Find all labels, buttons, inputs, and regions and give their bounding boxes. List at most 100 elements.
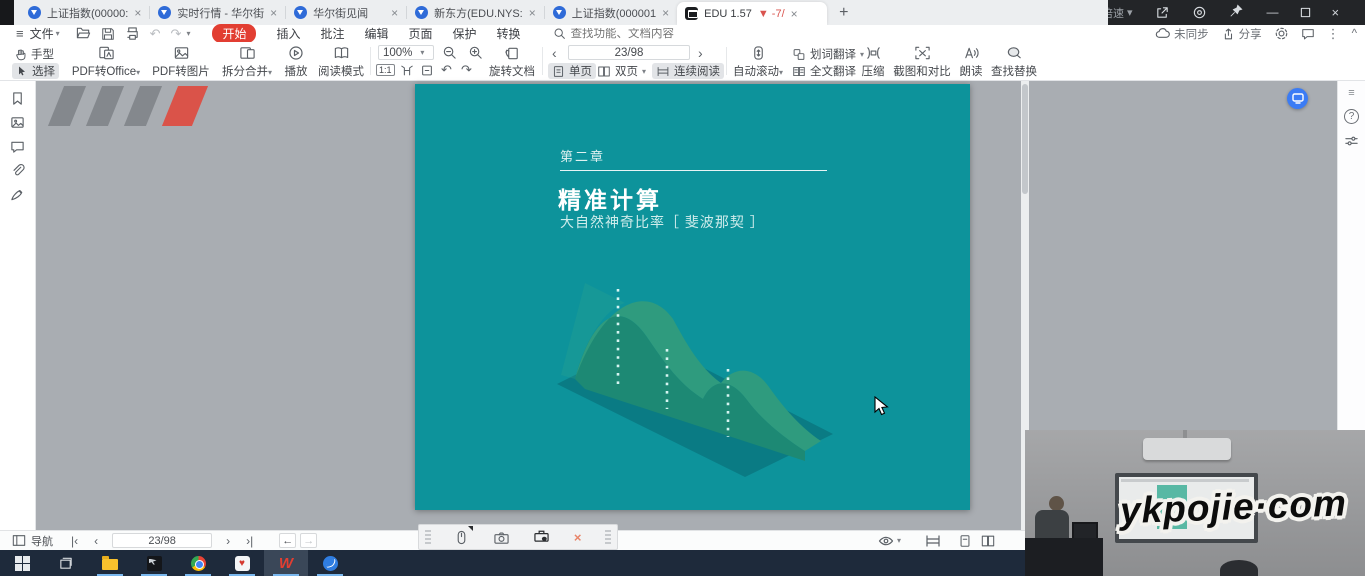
- continuous-view-button[interactable]: [925, 534, 941, 548]
- save-icon[interactable]: [101, 27, 115, 41]
- camera-capture-icon[interactable]: [493, 530, 510, 545]
- tab-home[interactable]: 开始: [212, 24, 256, 43]
- open-file-icon[interactable]: [76, 26, 91, 41]
- rotate-left-icon[interactable]: ↶: [441, 62, 452, 78]
- settings-gear-icon[interactable]: [1274, 26, 1289, 41]
- actual-size-button[interactable]: 1:1: [376, 64, 395, 76]
- taskbar-capture-app[interactable]: [132, 550, 176, 576]
- next-page-button[interactable]: ›: [698, 45, 703, 61]
- double-page-view-button[interactable]: [980, 534, 996, 548]
- comments-icon[interactable]: [10, 139, 25, 154]
- view-back-button[interactable]: ←: [279, 533, 296, 548]
- more-options-kebab-icon[interactable]: ⋮: [1327, 26, 1340, 42]
- taskbar-blue-app[interactable]: [308, 550, 352, 576]
- screenshot-compare-button[interactable]: 截图和对比: [894, 45, 950, 79]
- last-page-button[interactable]: ›|: [246, 534, 253, 548]
- single-page-view-button[interactable]: [958, 534, 972, 548]
- taskbar-wps-active[interactable]: W: [264, 550, 308, 576]
- browser-tab[interactable]: 华尔街见闻 ×: [286, 0, 406, 25]
- eye-protect-button[interactable]: ▾: [878, 534, 901, 548]
- transfer-assistant-badge[interactable]: [1287, 88, 1308, 109]
- tab-insert[interactable]: 插入: [276, 25, 300, 42]
- zoom-level-select[interactable]: 100% ▾: [378, 45, 434, 60]
- double-page-button[interactable]: 双页 ▾: [597, 63, 646, 79]
- full-translate-button[interactable]: 全文翻译: [792, 63, 856, 79]
- minimize-button[interactable]: —: [1267, 0, 1279, 25]
- browser-tab[interactable]: 上证指数(00000: ×: [20, 0, 149, 25]
- scrollbar-thumb[interactable]: [1022, 84, 1028, 194]
- task-view-button[interactable]: [44, 550, 88, 576]
- read-mode-button[interactable]: 阅读模式: [318, 45, 364, 79]
- navigation-toggle[interactable]: 导航: [12, 533, 53, 549]
- drag-grip[interactable]: [605, 530, 611, 544]
- mouse-tool-icon[interactable]: [454, 529, 469, 546]
- redo-icon[interactable]: ↷: [171, 26, 182, 42]
- new-tab-button[interactable]: +: [839, 4, 848, 22]
- search-input[interactable]: [571, 28, 701, 40]
- view-forward-button[interactable]: →: [300, 533, 317, 548]
- file-menu[interactable]: 文件: [30, 25, 54, 42]
- continuous-read-button[interactable]: 连续阅读: [652, 63, 724, 79]
- fit-page-button[interactable]: [420, 64, 434, 77]
- close-tab-icon[interactable]: ×: [791, 7, 798, 21]
- panel-menu-icon[interactable]: ≡: [1348, 87, 1354, 99]
- close-float-toolbar[interactable]: ×: [574, 530, 582, 545]
- previous-page-button[interactable]: ‹: [94, 534, 98, 548]
- print-icon[interactable]: [125, 26, 140, 41]
- search-box[interactable]: [553, 27, 701, 40]
- word-translate-button[interactable]: 划词翻译 ▾: [792, 46, 864, 62]
- fit-width-button[interactable]: [400, 64, 414, 77]
- close-tab-icon[interactable]: ×: [662, 6, 669, 20]
- rotate-document-button[interactable]: 旋转文档: [488, 45, 536, 79]
- tab-convert[interactable]: 转换: [497, 25, 521, 42]
- close-tab-icon[interactable]: ×: [529, 6, 536, 20]
- browser-tab[interactable]: 新东方(EDU.NYS: ×: [407, 0, 544, 25]
- select-tool[interactable]: 选择: [12, 63, 59, 79]
- rotate-right-icon[interactable]: ↷: [461, 62, 472, 78]
- pin-icon[interactable]: [1229, 4, 1243, 21]
- pdf-page[interactable]: 第二章 精准计算 大自然神奇比率［ 斐波那契 ］: [415, 84, 970, 510]
- browser-tab[interactable]: 上证指数(000001 ×: [545, 0, 677, 25]
- pdf-to-office-button[interactable]: PDF转Office▾: [70, 45, 142, 79]
- restore-button[interactable]: [1300, 7, 1311, 18]
- compress-button[interactable]: 压缩: [858, 45, 888, 79]
- pdf-to-image-button[interactable]: PDF转图片: [150, 45, 212, 79]
- browser-tab[interactable]: 实时行情 - 华尔街 ×: [150, 0, 285, 25]
- tab-edit[interactable]: 编辑: [365, 25, 389, 42]
- help-icon[interactable]: ?: [1344, 109, 1359, 124]
- share-button[interactable]: 分享: [1221, 26, 1262, 42]
- status-page-indicator[interactable]: 23/98: [112, 533, 212, 548]
- signature-icon[interactable]: [10, 187, 25, 202]
- drag-grip[interactable]: [425, 530, 431, 544]
- bookmarks-icon[interactable]: [10, 91, 25, 106]
- collapse-ribbon-icon[interactable]: ^: [1352, 28, 1357, 40]
- playback-speed-label[interactable]: 倍速: [1108, 5, 1124, 21]
- feedback-comment-icon[interactable]: [1301, 27, 1315, 41]
- hand-tool[interactable]: 手型: [14, 46, 54, 62]
- undo-icon[interactable]: ↶: [150, 26, 161, 42]
- share-out-icon[interactable]: [1155, 5, 1170, 20]
- close-tab-icon[interactable]: ×: [134, 6, 141, 20]
- page-indicator-box[interactable]: 23/98: [568, 45, 690, 60]
- single-page-button[interactable]: 单页: [548, 63, 596, 79]
- close-tab-icon[interactable]: ×: [270, 6, 277, 20]
- close-tab-icon[interactable]: ×: [391, 6, 398, 20]
- attachment-icon[interactable]: [10, 163, 25, 178]
- auto-scroll-button[interactable]: 自动滚动▾: [732, 45, 784, 79]
- first-page-button[interactable]: |‹: [71, 534, 78, 548]
- taskbar-cards-app[interactable]: ♥: [220, 550, 264, 576]
- split-merge-button[interactable]: 拆分合并▾: [218, 45, 276, 79]
- find-replace-button[interactable]: 查找替换: [990, 45, 1038, 79]
- capture-float-toolbar[interactable]: ×: [418, 524, 618, 550]
- sync-status[interactable]: 未同步: [1155, 26, 1209, 42]
- toolbox-icon[interactable]: [533, 528, 550, 546]
- thumbnails-icon[interactable]: [10, 115, 25, 130]
- zoom-in-button[interactable]: [468, 45, 483, 60]
- settings-sliders-icon[interactable]: [1344, 134, 1359, 148]
- hamburger-menu-icon[interactable]: ≡: [16, 26, 24, 41]
- start-button[interactable]: [0, 550, 44, 576]
- tab-comment[interactable]: 批注: [320, 25, 344, 42]
- tab-page[interactable]: 页面: [409, 25, 433, 42]
- zoom-out-button[interactable]: [442, 45, 457, 60]
- tab-protect[interactable]: 保护: [453, 25, 477, 42]
